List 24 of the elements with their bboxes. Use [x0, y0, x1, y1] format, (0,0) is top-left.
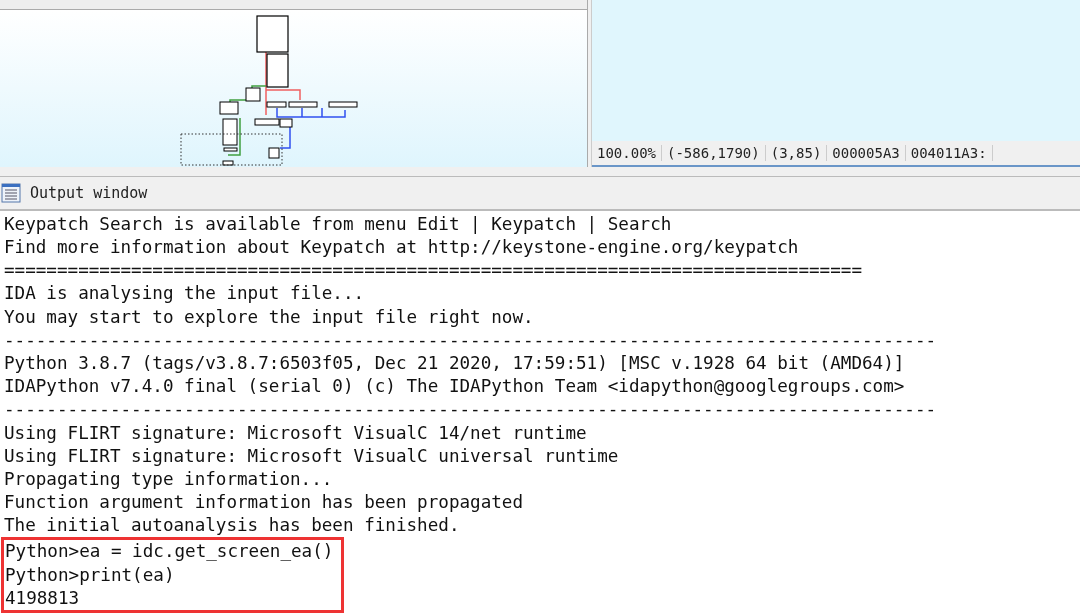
output-line: Using FLIRT signature: Microsoft VisualC 14/net runtime: [4, 421, 588, 445]
output-line: ----------------------------------------------------------------------------------------: [4, 328, 938, 352]
output-line: Python 3.8.7 (tags/v3.8.7:6503f05, Dec 21 2020, 17:59:51) [MSC v.1928 64 bit (AMD64)]: [4, 351, 906, 375]
output-window-title: Output window: [30, 183, 148, 202]
status-bar-cell: 004011A3:: [905, 145, 993, 162]
status-bar-cell: (-586,1790): [662, 145, 766, 162]
output-line: Python>print(ea): [5, 563, 176, 587]
output-line: IDAPython v7.4.0 final (serial 0) (c) The IDAPython Team <idapython@googlegroups.com>: [4, 375, 906, 399]
output-line: Python>ea = idc.get_screen_ea(): [5, 540, 334, 564]
output-window-icon: [1, 182, 21, 203]
output-line: IDA is analysing the input file...: [4, 282, 366, 306]
output-line: ----------------------------------------------------------------------------------------: [4, 398, 938, 422]
output-line: 4198813: [5, 586, 81, 610]
status-bar-cell: (3,85): [765, 145, 828, 162]
output-line: Propagating type information...: [4, 467, 334, 491]
output-line: Keypatch Search is available from menu Edit | Keypatch | Search: [4, 212, 673, 236]
status-bar-cell: 000005A3: [827, 145, 906, 162]
output-line: Using FLIRT signature: Microsoft VisualC universal runtime: [4, 444, 620, 468]
output-line: Function argument information has been propagated: [4, 491, 525, 515]
output-line: Find more information about Keypatch at http://keystone-engine.org/keypatch: [4, 236, 800, 259]
output-line: You may start to explore the input file right now.: [4, 305, 535, 329]
output-line: The initial autoanalysis has been finished.: [4, 514, 461, 538]
status-bar-cell: 100.00%: [592, 145, 662, 162]
output-line: =================================================================================: [4, 259, 863, 283]
